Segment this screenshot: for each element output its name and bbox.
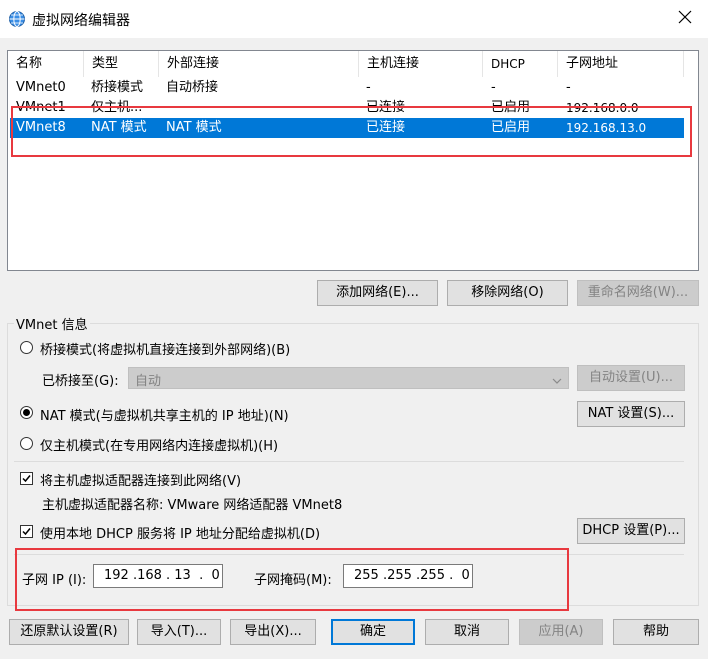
rename-network-button[interactable]: 重命名网络(W)... <box>577 280 699 306</box>
column-header-dhcp[interactable]: DHCP <box>483 51 558 77</box>
column-header-host[interactable]: 主机连接 <box>359 51 483 77</box>
chevron-down-icon <box>552 374 562 384</box>
vmnet-info-label: VMnet 信息 <box>14 314 90 333</box>
radio-bridge-label[interactable]: 桥接模式(将虚拟机直接连接到外部网络)(B) <box>40 339 290 358</box>
remove-network-button[interactable]: 移除网络(O) <box>447 280 568 306</box>
bridged-to-select[interactable]: 自动 <box>128 367 569 389</box>
close-icon <box>678 10 692 28</box>
radio-bridge[interactable] <box>20 341 33 354</box>
column-header-type[interactable]: 类型 <box>84 51 159 77</box>
dhcp-settings-button[interactable]: DHCP 设置(P)... <box>577 518 685 544</box>
bridged-to-label: 已桥接至(G): <box>42 374 119 389</box>
column-header-external[interactable]: 外部连接 <box>159 51 359 77</box>
window-title: 虚拟网络编辑器 <box>32 13 130 29</box>
cell-external: 自动桥接 <box>166 80 219 95</box>
nat-settings-button[interactable]: NAT 设置(S)... <box>577 401 685 427</box>
globe-network-icon <box>8 10 26 28</box>
use-dhcp-label[interactable]: 使用本地 DHCP 服务将 IP 地址分配给虚拟机(D) <box>40 523 320 542</box>
connect-adapter-label[interactable]: 将主机虚拟适配器连接到此网络(V) <box>40 470 241 489</box>
bridged-to-value: 自动 <box>135 374 162 389</box>
checkbox-connect-adapter[interactable] <box>20 472 33 485</box>
separator <box>14 461 684 462</box>
radio-nat-label[interactable]: NAT 模式(与虚拟机共享主机的 IP 地址)(N) <box>40 405 289 424</box>
cell-name: VMnet0 <box>16 80 66 95</box>
add-network-button[interactable]: 添加网络(E)... <box>317 280 438 306</box>
restore-defaults-button[interactable]: 还原默认设置(R) <box>9 619 129 645</box>
close-button[interactable] <box>662 0 708 38</box>
cell-host: - <box>366 80 371 95</box>
ok-button[interactable]: 确定 <box>331 619 415 645</box>
checkbox-use-dhcp[interactable] <box>20 525 33 538</box>
radio-host-only-label[interactable]: 仅主机模式(在专用网络内连接虚拟机)(H) <box>40 435 278 454</box>
column-header-name[interactable]: 名称 <box>8 51 84 77</box>
auto-settings-button[interactable]: 自动设置(U)... <box>577 365 685 391</box>
adapter-name-text: 主机虚拟适配器名称: VMware 网络适配器 VMnet8 <box>42 498 343 513</box>
column-header-subnet[interactable]: 子网地址 <box>558 51 684 77</box>
network-list[interactable]: 名称 类型 外部连接 主机连接 DHCP 子网地址 VMnet0 桥接模式 自动… <box>7 50 699 271</box>
export-button[interactable]: 导出(X)... <box>230 619 316 645</box>
apply-button[interactable]: 应用(A) <box>519 619 603 645</box>
highlight-box-rows <box>11 106 692 157</box>
virtual-network-editor-window: 虚拟网络编辑器 名称 类型 外部连接 主机连接 DHCP 子网地址 VMnet0… <box>0 0 708 659</box>
help-button[interactable]: 帮助 <box>613 619 699 645</box>
cell-subnet: - <box>566 80 571 95</box>
highlight-box-subnet <box>15 548 569 611</box>
radio-host-only[interactable] <box>20 437 33 450</box>
import-button[interactable]: 导入(T)... <box>137 619 221 645</box>
cancel-button[interactable]: 取消 <box>425 619 509 645</box>
network-row-vmnet0[interactable]: VMnet0 桥接模式 自动桥接 - - - <box>10 78 684 98</box>
radio-nat[interactable] <box>20 406 33 419</box>
cell-type: 桥接模式 <box>91 80 144 95</box>
title-bar: 虚拟网络编辑器 <box>0 0 708 38</box>
cell-dhcp: - <box>491 80 496 95</box>
